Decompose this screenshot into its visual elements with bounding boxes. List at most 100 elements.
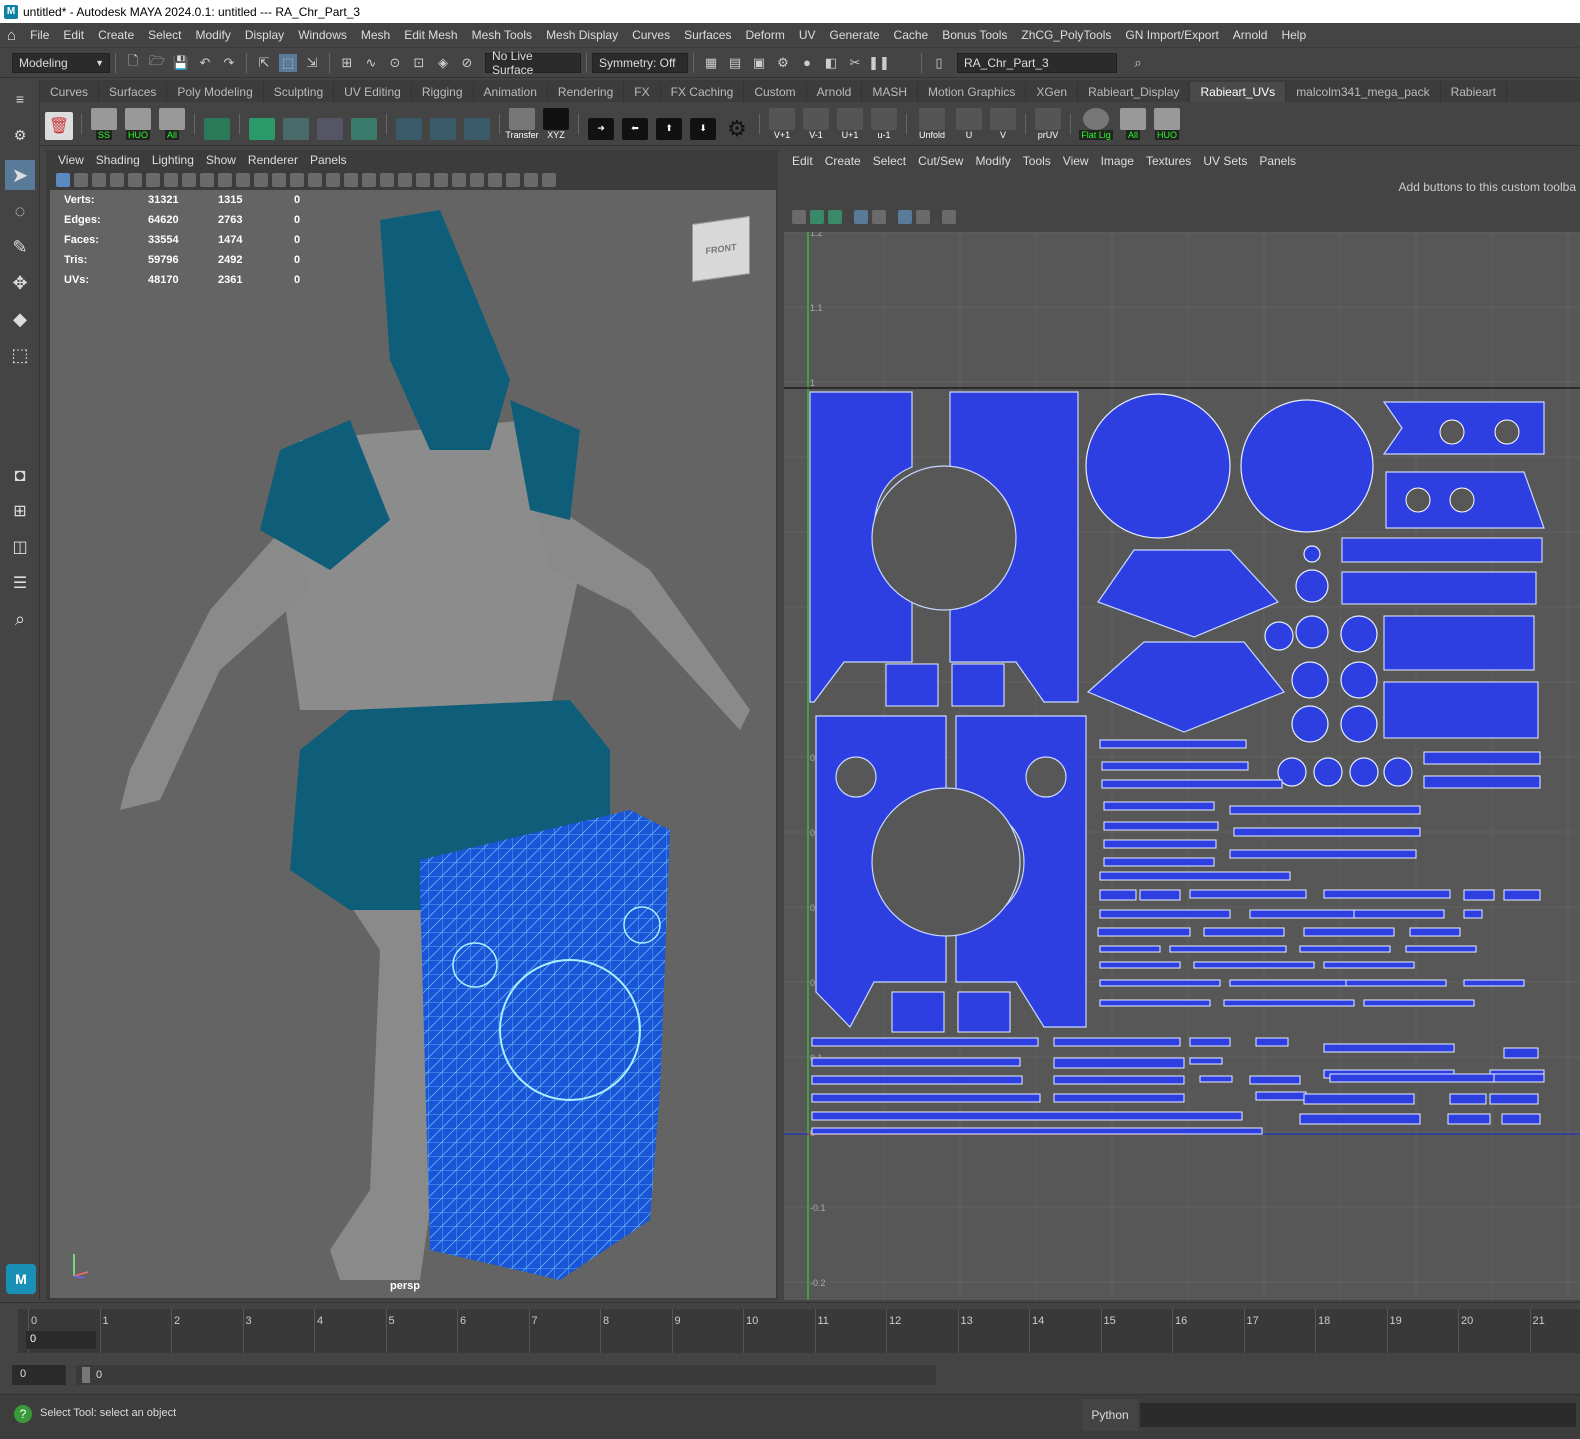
uv-menu-image[interactable]: Image (1095, 154, 1140, 168)
shelf-tab-rabieart-display[interactable]: Rabieart_Display (1078, 82, 1191, 102)
range-bar[interactable]: 0 (76, 1365, 936, 1385)
move-left-button[interactable]: ⬅ (620, 108, 650, 140)
safe-title-icon[interactable] (236, 173, 250, 187)
grid-toggle-icon[interactable] (128, 173, 142, 187)
live-surface-field[interactable]: No Live Surface (485, 49, 581, 77)
shelf-tab-motion-graphics[interactable]: Motion Graphics (918, 82, 1027, 102)
uv-distortion-icon[interactable] (810, 210, 824, 224)
four-view-layout-icon[interactable]: ⊞ (5, 496, 35, 526)
shelf-tab-fx[interactable]: FX (624, 82, 661, 102)
two-view-layout-icon[interactable]: ◫ (5, 532, 35, 562)
scale-tool-icon[interactable]: ⬚ (5, 340, 35, 370)
stack-uv-button[interactable] (462, 108, 492, 140)
menu-generate[interactable]: Generate (822, 28, 886, 42)
shelf-tab-xgen[interactable]: XGen (1026, 82, 1079, 102)
shelf-tab-uv-editing[interactable]: UV Editing (334, 82, 412, 102)
range-start-field[interactable]: 0 (12, 1365, 66, 1385)
ss-button[interactable]: SS (89, 107, 119, 140)
uv-view[interactable]: 1.21.110.90.80.70.60.50.40.30.20.10-0.1-… (784, 232, 1580, 1300)
uv-menu-modify[interactable]: Modify (969, 154, 1016, 168)
textured-icon[interactable] (326, 173, 340, 187)
menu-set-dropdown[interactable]: Modeling ▼ (12, 52, 110, 73)
shelf-menu-icon[interactable]: ≡ (5, 84, 35, 114)
single-perspective-icon[interactable]: ◘ (5, 460, 35, 490)
uv-layout[interactable]: 1.21.110.90.80.70.60.50.40.30.20.10-0.1-… (784, 232, 1580, 1300)
symmetry-dropdown[interactable]: Symmetry: Off (592, 52, 688, 73)
menu-cache[interactable]: Cache (887, 28, 936, 42)
unfold-v-button[interactable]: V (988, 107, 1018, 140)
command-line-input[interactable] (1140, 1403, 1576, 1427)
huo-button[interactable]: HUO (123, 107, 153, 140)
time-ruler[interactable]: 0 1 2 3 4 5 6 7 8 9 10 11 12 13 14 15 16 17 18 19 20 21 (18, 1309, 1580, 1353)
range-handle[interactable] (82, 1367, 90, 1383)
vp-menu-renderer[interactable]: Renderer (242, 153, 304, 167)
uv-menu-textures[interactable]: Textures (1140, 154, 1197, 168)
all-2-button[interactable]: All (1118, 107, 1148, 140)
shelf-tab-rendering[interactable]: Rendering (548, 82, 625, 102)
menu-gn-import-export[interactable]: GN Import/Export (1118, 28, 1225, 42)
search-icon[interactable]: ⌕ (1129, 54, 1147, 72)
uv-menu-edit[interactable]: Edit (786, 154, 819, 168)
command-language-label[interactable]: Python (1082, 1399, 1138, 1431)
lasso-tool-icon[interactable]: ◌ (5, 196, 35, 226)
snap-point-icon[interactable]: ⊙ (386, 54, 404, 72)
xyz-button[interactable]: XYZ (541, 107, 571, 140)
wireframe-icon[interactable] (272, 173, 286, 187)
menu-arnold[interactable]: Arnold (1226, 28, 1275, 42)
wireframe-on-shaded-icon[interactable] (308, 173, 322, 187)
new-scene-icon[interactable]: 🗋 (124, 53, 142, 72)
resolution-gate-icon[interactable] (164, 173, 178, 187)
shelf-tab-rabieart[interactable]: Rabieart (1441, 82, 1507, 102)
menu-zhcg-polytools[interactable]: ZhCG_PolyTools (1014, 28, 1118, 42)
u-plus-1-button[interactable]: U+1 (835, 107, 865, 140)
cut-uv-button[interactable] (281, 108, 311, 140)
menu-display[interactable]: Display (238, 28, 291, 42)
panel-layout-icon[interactable] (542, 173, 556, 187)
shelf-tab-rabieart-uvs[interactable]: Rabieart_UVs (1190, 82, 1287, 102)
open-scene-icon[interactable]: 🗁 (148, 53, 166, 72)
menu-deform[interactable]: Deform (738, 28, 791, 42)
menu-edit[interactable]: Edit (56, 28, 91, 42)
unfold-u-button[interactable]: U (954, 107, 984, 140)
menu-mesh-tools[interactable]: Mesh Tools (465, 28, 539, 42)
menu-create[interactable]: Create (91, 28, 141, 42)
render-icon[interactable]: ▦ (702, 54, 720, 72)
undo-icon[interactable]: ↶ (196, 54, 214, 72)
menu-uv[interactable]: UV (792, 28, 823, 42)
uv-pixel-snap-icon[interactable] (916, 210, 930, 224)
hypershade-icon[interactable]: ● (798, 54, 816, 72)
snap-surface-icon[interactable]: ◈ (434, 54, 452, 72)
character-model[interactable] (50, 190, 776, 1298)
delete-history-button[interactable]: 🗑 (44, 108, 74, 140)
uv-shell-border-icon[interactable] (792, 210, 806, 224)
menu-bonus-tools[interactable]: Bonus Tools (935, 28, 1014, 42)
uv-shell-button[interactable] (247, 108, 277, 140)
layout-uv-button[interactable] (428, 108, 458, 140)
menu-select[interactable]: Select (141, 28, 188, 42)
redo-icon[interactable]: ↷ (220, 54, 238, 72)
uv-menu-uv-sets[interactable]: UV Sets (1197, 154, 1253, 168)
move-up-button[interactable]: ⬆ (654, 108, 684, 140)
uv-menu-panels[interactable]: Panels (1253, 154, 1302, 168)
move-right-button[interactable]: ➜ (586, 108, 616, 140)
safe-action-icon[interactable] (218, 173, 232, 187)
v-plus-1-button[interactable]: V+1 (767, 107, 797, 140)
checker-button[interactable] (202, 108, 232, 140)
uv-grid-icon[interactable] (898, 210, 912, 224)
pruv-button[interactable]: prUV (1033, 107, 1063, 140)
render-sequence-icon[interactable]: ▤ (726, 54, 744, 72)
unfold-button[interactable]: Unfold (914, 107, 950, 140)
render-view-icon[interactable]: ◧ (822, 54, 840, 72)
select-camera-icon[interactable] (56, 173, 70, 187)
shelf-tab-fx-caching[interactable]: FX Caching (661, 82, 745, 102)
snap-live-icon[interactable]: ⊘ (458, 54, 476, 72)
arnold-render-icon[interactable]: ✂ (846, 54, 864, 72)
lighting-icon[interactable] (344, 173, 358, 187)
anti-aliasing-icon[interactable] (416, 173, 430, 187)
paint-select-tool-icon[interactable]: ✎ (5, 232, 35, 262)
color-management-icon[interactable] (524, 173, 538, 187)
screen-space-ao-icon[interactable] (380, 173, 394, 187)
shelf-tab-curves[interactable]: Curves (40, 82, 100, 102)
u-minus-1-button[interactable]: u-1 (869, 107, 899, 140)
vp-menu-shading[interactable]: Shading (90, 153, 146, 167)
